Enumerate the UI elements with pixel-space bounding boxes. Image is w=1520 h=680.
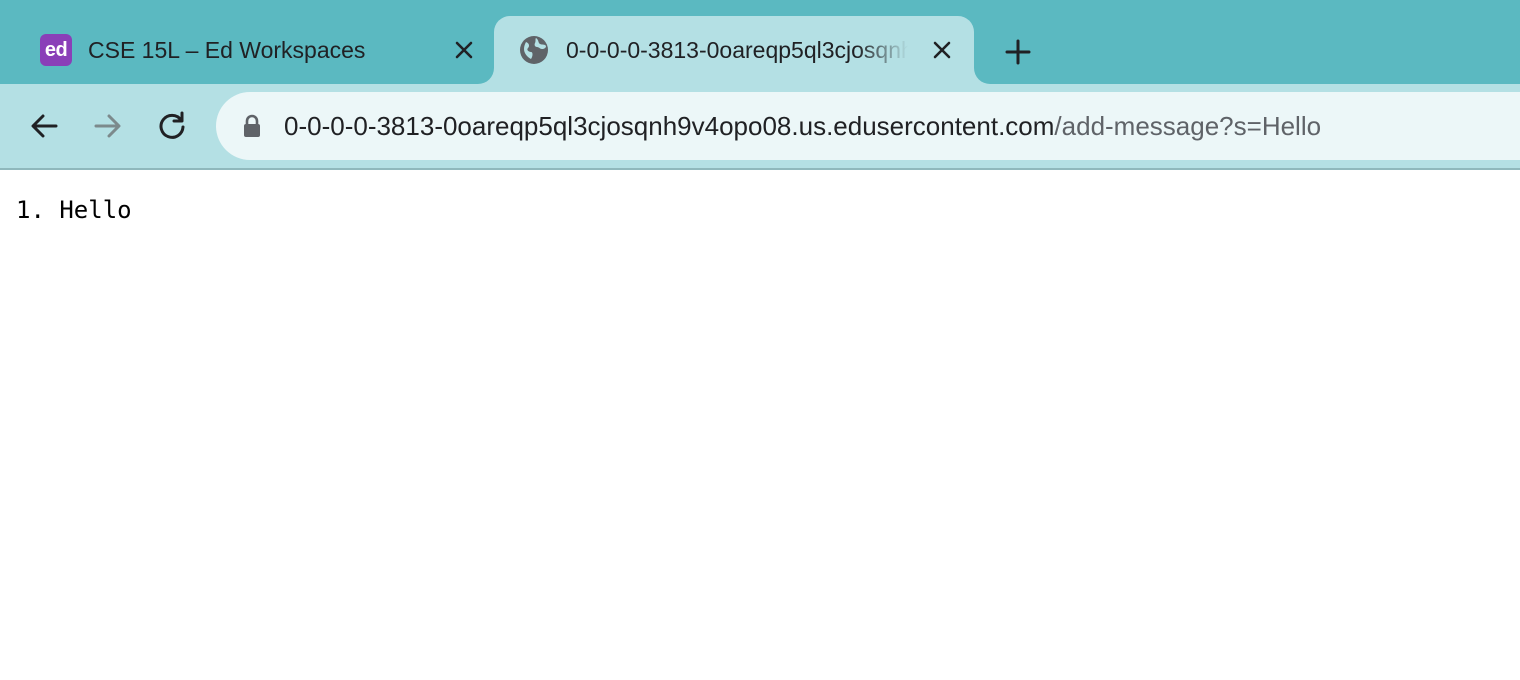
tab-add-message[interactable]: 0-0-0-0-3813-0oareqp5ql3cjosqnh9v4opo08.… bbox=[494, 16, 974, 84]
plus-icon bbox=[1005, 39, 1031, 65]
page-content: 1. Hello bbox=[0, 170, 1520, 680]
close-tab-icon[interactable] bbox=[928, 36, 956, 64]
ed-logo-icon: ed bbox=[40, 34, 72, 66]
url-path: /add-message?s=Hello bbox=[1054, 111, 1322, 141]
message-line: 1. Hello bbox=[16, 196, 132, 224]
tab-title: CSE 15L – Ed Workspaces bbox=[88, 37, 366, 63]
browser-window: ed CSE 15L – Ed Workspaces 0-0-0-0-3813-… bbox=[0, 0, 1520, 680]
browser-toolbar: 0-0-0-0-3813-0oareqp5ql3cjosqnh9v4opo08.… bbox=[0, 84, 1520, 170]
address-bar[interactable]: 0-0-0-0-3813-0oareqp5ql3cjosqnh9v4opo08.… bbox=[216, 92, 1520, 160]
new-tab-button[interactable] bbox=[998, 32, 1038, 72]
arrow-left-icon bbox=[31, 114, 58, 138]
close-tab-icon[interactable] bbox=[450, 36, 478, 64]
globe-icon bbox=[518, 34, 550, 66]
reload-button[interactable] bbox=[148, 102, 196, 150]
url-host: 0-0-0-0-3813-0oareqp5ql3cjosqnh9v4opo08.… bbox=[284, 111, 1055, 141]
arrow-right-icon bbox=[94, 114, 121, 138]
tab-ed-workspaces[interactable]: ed CSE 15L – Ed Workspaces bbox=[20, 16, 488, 84]
back-button[interactable] bbox=[20, 102, 68, 150]
tab-title: 0-0-0-0-3813-0oareqp5ql3cjosqnh9v4opo08.… bbox=[566, 37, 908, 63]
reload-icon bbox=[159, 111, 185, 139]
lock-icon[interactable] bbox=[240, 114, 264, 138]
tab-strip: ed CSE 15L – Ed Workspaces 0-0-0-0-3813-… bbox=[0, 0, 1520, 84]
forward-button[interactable] bbox=[84, 102, 132, 150]
url-text[interactable]: 0-0-0-0-3813-0oareqp5ql3cjosqnh9v4opo08.… bbox=[284, 108, 1321, 144]
